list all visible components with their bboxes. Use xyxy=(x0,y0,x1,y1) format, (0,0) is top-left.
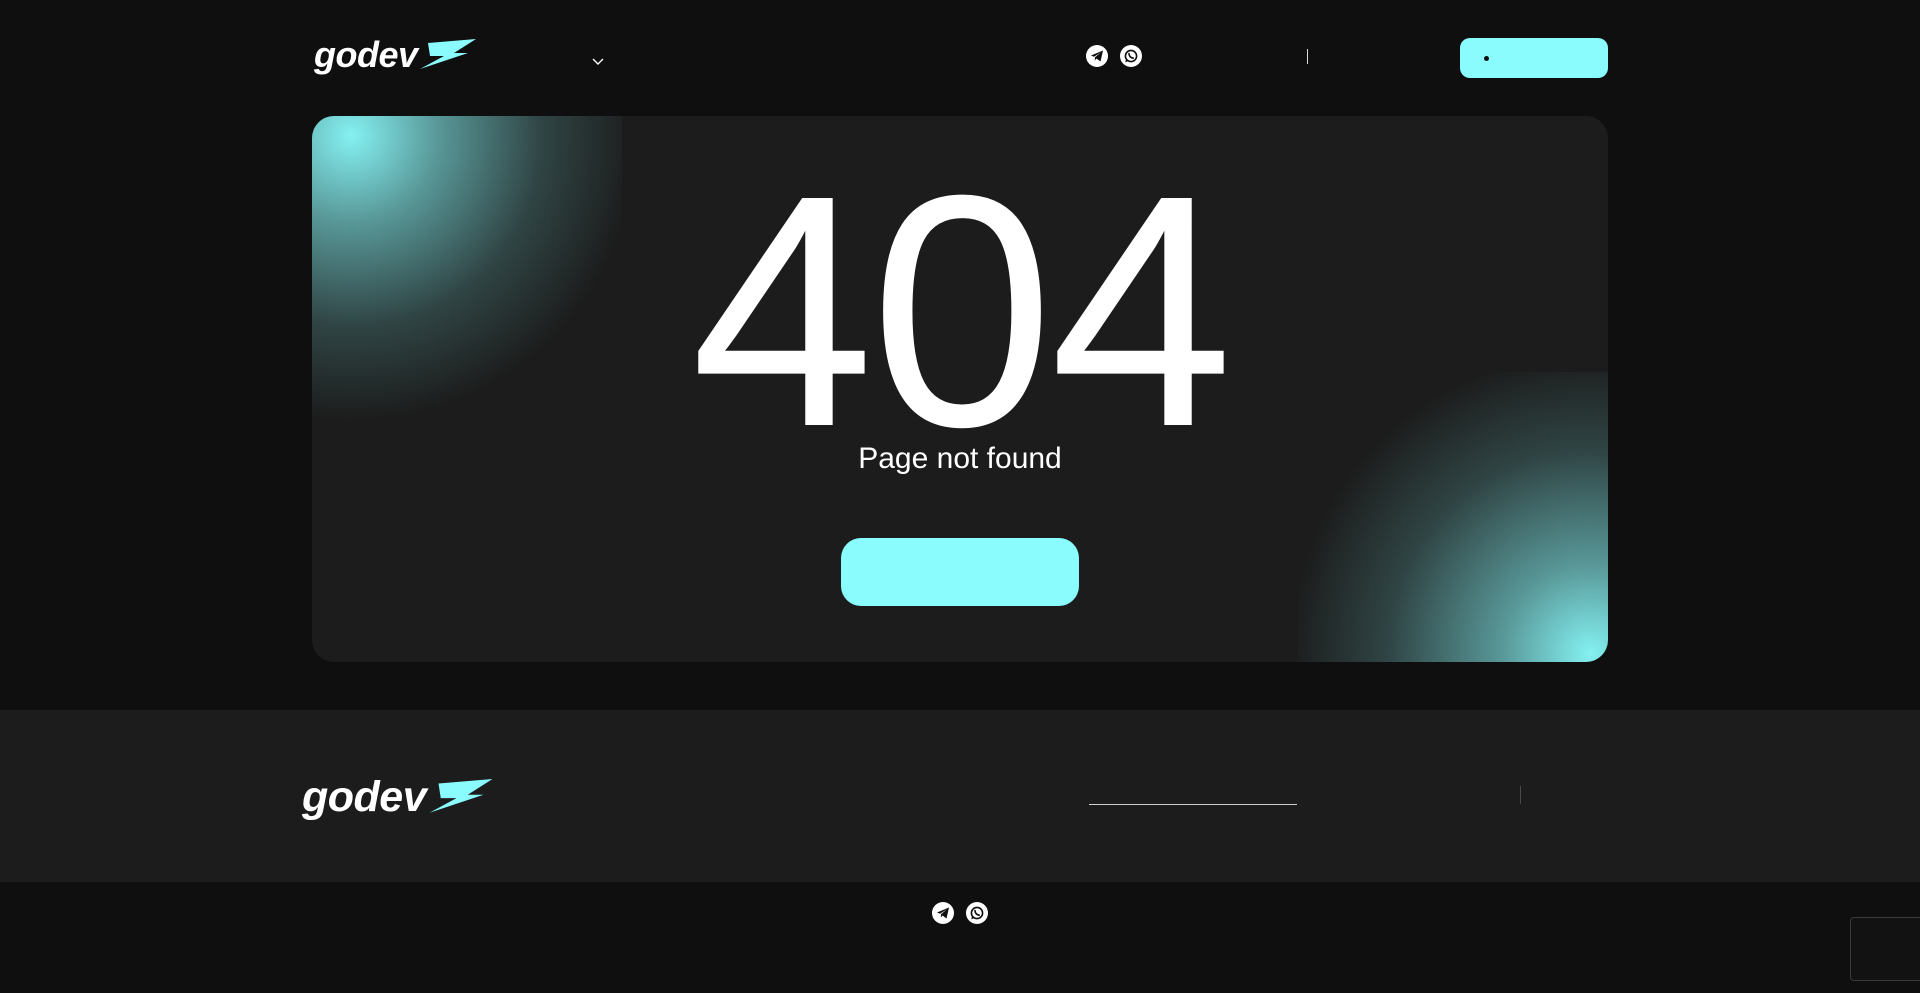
recaptcha-badge[interactable] xyxy=(1850,917,1920,981)
lightning-logo-icon xyxy=(429,779,493,813)
whatsapp-icon[interactable] xyxy=(966,902,988,924)
header-logo[interactable]: godev xyxy=(314,34,478,76)
site-footer: godev xyxy=(0,710,1920,882)
header-cta-button[interactable] xyxy=(1460,38,1608,78)
header-social-links xyxy=(1086,45,1142,67)
home-button[interactable] xyxy=(841,538,1079,606)
logo-wordmark: godev xyxy=(302,773,427,821)
telegram-icon[interactable] xyxy=(932,902,954,924)
bottom-social-links xyxy=(932,902,988,924)
dot-icon xyxy=(1484,55,1489,61)
logo-wordmark: godev xyxy=(314,34,418,75)
error-card: 404 Page not found xyxy=(312,116,1608,662)
error-code: 404 xyxy=(690,126,1234,495)
nav-dropdown-toggle[interactable] xyxy=(588,52,608,72)
site-header: godev xyxy=(0,0,1920,115)
footer-divider xyxy=(1520,786,1521,804)
whatsapp-icon[interactable] xyxy=(1120,45,1142,67)
footer-logo[interactable]: godev xyxy=(302,772,496,822)
chevron-down-icon xyxy=(592,58,604,65)
error-message: Page not found xyxy=(858,442,1062,475)
footer-link[interactable] xyxy=(1089,804,1297,805)
header-divider xyxy=(1307,49,1308,64)
lightning-logo-icon xyxy=(419,39,476,69)
telegram-icon[interactable] xyxy=(1086,45,1108,67)
